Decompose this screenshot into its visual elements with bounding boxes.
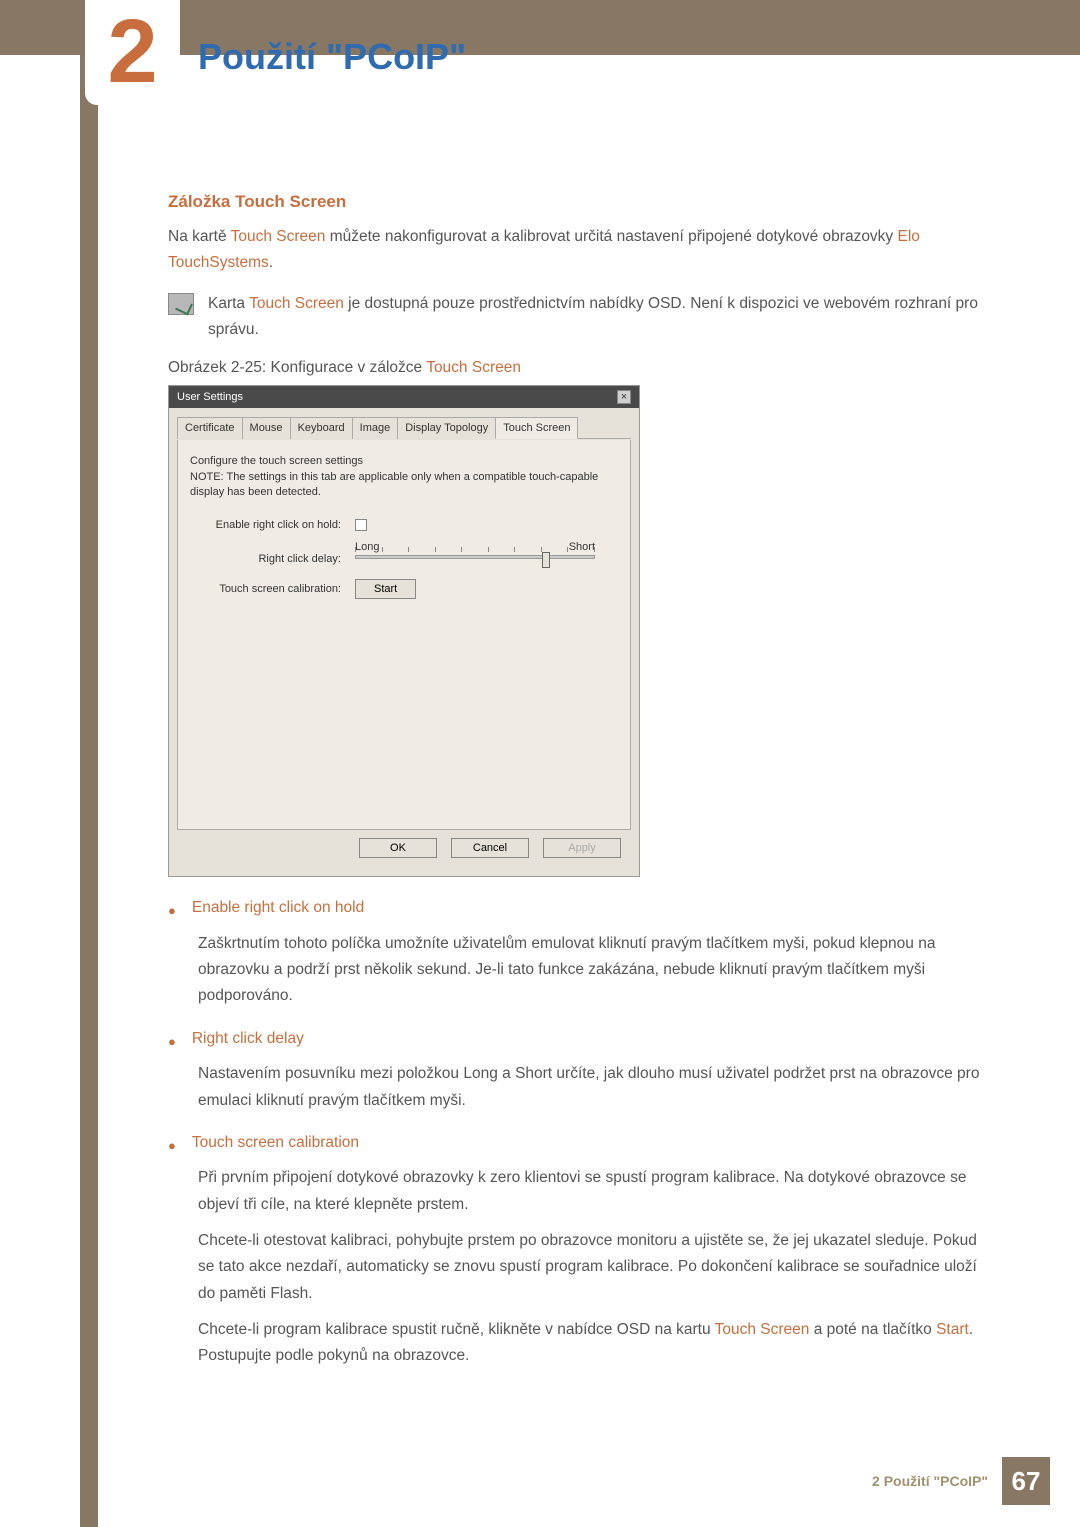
label-right-click-delay: Right click delay: xyxy=(190,541,355,565)
bullet-icon: ● xyxy=(168,1030,176,1053)
config-description: Configure the touch screen settings NOTE… xyxy=(190,454,618,500)
dialog-body: Certificate Mouse Keyboard Image Display… xyxy=(169,408,639,876)
bullet-calibration: ● Touch screen calibration xyxy=(168,1134,990,1157)
bullet-heading: Enable right click on hold xyxy=(192,899,364,922)
ok-button[interactable]: OK xyxy=(359,838,437,858)
page-footer: 2 Použití "PCoIP" 67 xyxy=(872,1457,1050,1505)
user-settings-dialog: User Settings × Certificate Mouse Keyboa… xyxy=(168,385,640,877)
link-touch-screen: Touch Screen xyxy=(249,295,344,312)
note-block: Karta Touch Screen je dostupná pouze pro… xyxy=(168,291,990,344)
content-area: Záložka Touch Screen Na kartě Touch Scre… xyxy=(168,192,990,1390)
bullet-enable-right-click: ● Enable right click on hold xyxy=(168,899,990,922)
text: Karta xyxy=(208,295,249,312)
text: Na kartě xyxy=(168,228,231,245)
final-para: Chcete-li program kalibrace spustit ručn… xyxy=(198,1317,990,1370)
tab-display-topology[interactable]: Display Topology xyxy=(397,417,496,439)
text: můžete nakonfigurovat a kalibrovat určit… xyxy=(325,228,897,245)
text: Chcete-li program kalibrace spustit ručn… xyxy=(198,1321,715,1338)
chapter-number: 2 xyxy=(107,1,157,104)
chapter-badge: 2 xyxy=(85,0,180,105)
text: Chcete-li otestovat kalibraci, pohybujte… xyxy=(198,1228,990,1307)
link-touch-screen: Touch Screen xyxy=(715,1321,810,1338)
text: Obrázek 2-25: Konfigurace v záložce xyxy=(168,359,426,376)
dialog-title: User Settings xyxy=(177,391,243,403)
tab-certificate[interactable]: Certificate xyxy=(177,417,243,439)
tab-keyboard[interactable]: Keyboard xyxy=(290,417,353,439)
text: Při prvním připojení dotykové obrazovky … xyxy=(198,1165,990,1218)
bullet-heading: Touch screen calibration xyxy=(192,1134,359,1157)
bullet-right-click-delay: ● Right click delay xyxy=(168,1030,990,1053)
text: NOTE: The settings in this tab are appli… xyxy=(190,470,618,501)
text: a poté na tlačítko xyxy=(809,1321,936,1338)
slider-track[interactable] xyxy=(355,555,595,559)
label-enable-right-click: Enable right click on hold: xyxy=(190,519,355,531)
tab-strip: Certificate Mouse Keyboard Image Display… xyxy=(177,416,631,439)
note-icon xyxy=(168,293,194,315)
link-touch-screen: Touch Screen xyxy=(231,228,326,245)
cancel-button[interactable]: Cancel xyxy=(451,838,529,858)
text: Configure the touch screen settings xyxy=(190,454,618,469)
note-text: Karta Touch Screen je dostupná pouze pro… xyxy=(208,291,990,344)
dialog-titlebar: User Settings × xyxy=(169,386,639,408)
chapter-title: Použití "PCoIP" xyxy=(198,36,466,78)
section-heading: Záložka Touch Screen xyxy=(168,192,990,212)
start-button[interactable]: Start xyxy=(355,579,416,599)
slider-ticks xyxy=(355,547,595,552)
slider-thumb[interactable] xyxy=(542,552,550,568)
intro-paragraph: Na kartě Touch Screen můžete nakonfiguro… xyxy=(168,224,990,277)
dialog-buttons: OK Cancel Apply xyxy=(177,830,631,868)
slider-right-click-delay[interactable]: Long Short xyxy=(355,541,595,559)
tab-panel: Configure the touch screen settings NOTE… xyxy=(177,440,631,830)
figure-caption: Obrázek 2-25: Konfigurace v záložce Touc… xyxy=(168,359,990,377)
tab-mouse[interactable]: Mouse xyxy=(242,417,291,439)
row-right-click-delay: Right click delay: Long Short xyxy=(190,541,618,565)
side-bar xyxy=(80,55,98,1527)
row-enable-right-click: Enable right click on hold: xyxy=(190,519,618,531)
bullet-icon: ● xyxy=(168,1134,176,1157)
bullet-body: Při prvním připojení dotykové obrazovky … xyxy=(198,1165,990,1369)
text: Zaškrtnutím tohoto políčka umožníte uživ… xyxy=(198,931,990,1010)
checkbox-enable-right-click[interactable] xyxy=(355,519,367,531)
label-calibration: Touch screen calibration: xyxy=(190,583,355,595)
page-number: 67 xyxy=(1002,1457,1050,1505)
text: . xyxy=(269,254,273,271)
link-touch-screen: Touch Screen xyxy=(426,359,521,376)
tab-touch-screen[interactable]: Touch Screen xyxy=(495,417,578,439)
tab-image[interactable]: Image xyxy=(352,417,399,439)
apply-button[interactable]: Apply xyxy=(543,838,621,858)
footer-text: 2 Použití "PCoIP" xyxy=(872,1473,988,1489)
bullet-icon: ● xyxy=(168,899,176,922)
bullet-heading: Right click delay xyxy=(192,1030,304,1053)
bullet-body: Nastavením posuvníku mezi položkou Long … xyxy=(198,1061,990,1114)
close-icon[interactable]: × xyxy=(617,390,631,404)
link-start: Start xyxy=(936,1321,969,1338)
row-calibration: Touch screen calibration: Start xyxy=(190,579,618,599)
text: Nastavením posuvníku mezi položkou Long … xyxy=(198,1061,990,1114)
bullet-body: Zaškrtnutím tohoto políčka umožníte uživ… xyxy=(198,931,990,1010)
